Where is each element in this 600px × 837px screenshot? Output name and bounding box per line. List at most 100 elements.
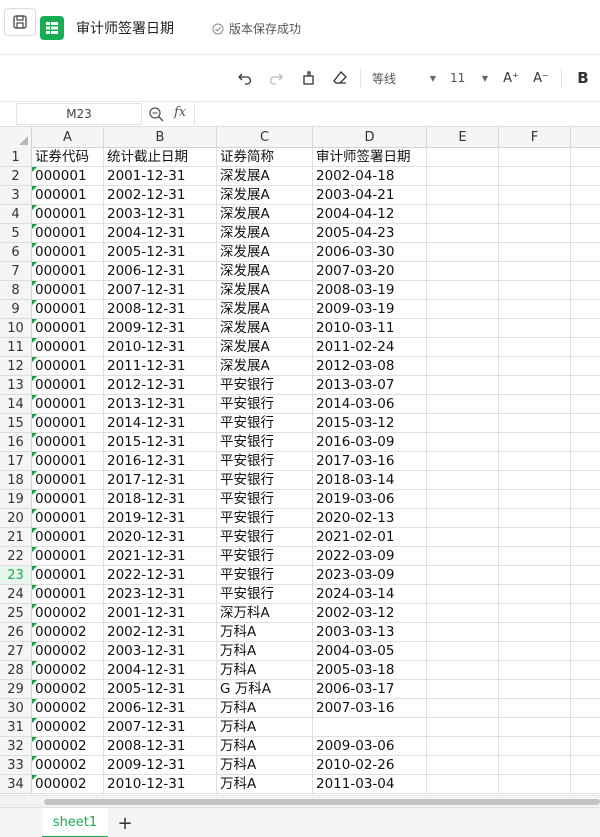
cell-e[interactable] [427,471,499,490]
row-header[interactable]: 8 [0,281,32,300]
cell-g[interactable] [571,167,600,186]
cell-c[interactable]: 万科A [217,623,313,642]
cell-e[interactable] [427,680,499,699]
cell-d[interactable]: 2002-04-18 [313,167,427,186]
cell-c[interactable]: 深发展A [217,186,313,205]
cell-a[interactable]: 000002 [32,623,104,642]
cell-g[interactable] [571,319,600,338]
cell-c[interactable]: 深发展A [217,357,313,376]
cell-a[interactable]: 000001 [32,490,104,509]
row-header[interactable]: 17 [0,452,32,471]
cell-d[interactable]: 2005-03-18 [313,661,427,680]
redo-button[interactable] [265,67,287,89]
cell-a[interactable]: 000001 [32,376,104,395]
cell-c[interactable]: 平安银行 [217,509,313,528]
cell-b[interactable]: 2001-12-31 [104,604,217,623]
cell-g[interactable] [571,395,600,414]
cell-c[interactable]: 深发展A [217,281,313,300]
cell-g[interactable] [571,471,600,490]
cell-f[interactable] [499,262,571,281]
cell-f[interactable] [499,414,571,433]
cell-f[interactable] [499,319,571,338]
cell-d[interactable]: 2024-03-14 [313,585,427,604]
cell-f[interactable] [499,775,571,794]
row-header[interactable]: 6 [0,243,32,262]
row-header[interactable]: 28 [0,661,32,680]
cell-e[interactable] [427,566,499,585]
cell-c[interactable]: 证券简称 [217,148,313,167]
cell-e[interactable] [427,433,499,452]
row-header[interactable]: 5 [0,224,32,243]
cell-d[interactable]: 2002-03-12 [313,604,427,623]
cell-e[interactable] [427,509,499,528]
sheet-tab-sheet1[interactable]: sheet1 [42,808,108,837]
cell-g[interactable] [571,528,600,547]
cell-e[interactable] [427,661,499,680]
cell-f[interactable] [499,604,571,623]
cell-c[interactable]: 平安银行 [217,566,313,585]
cell-b[interactable]: 2017-12-31 [104,471,217,490]
cell-c[interactable]: 深发展A [217,167,313,186]
row-header[interactable]: 11 [0,338,32,357]
cell-b[interactable]: 2012-12-31 [104,376,217,395]
cell-e[interactable] [427,737,499,756]
cell-e[interactable] [427,186,499,205]
cell-g[interactable] [571,224,600,243]
cell-g[interactable] [571,452,600,471]
cell-d[interactable]: 2006-03-30 [313,243,427,262]
cell-e[interactable] [427,319,499,338]
cell-f[interactable] [499,566,571,585]
cell-b[interactable]: 2018-12-31 [104,490,217,509]
cell-e[interactable] [427,642,499,661]
decrease-font-button[interactable]: A⁻ [530,67,552,89]
row-header[interactable]: 31 [0,718,32,737]
row-header[interactable]: 29 [0,680,32,699]
row-header[interactable]: 33 [0,756,32,775]
cell-c[interactable]: 平安银行 [217,414,313,433]
row-header[interactable]: 13 [0,376,32,395]
cell-c[interactable]: 万科A [217,642,313,661]
cell-g[interactable] [571,148,600,167]
row-header[interactable]: 2 [0,167,32,186]
column-header-e[interactable]: E [427,127,499,148]
cell-c[interactable]: 深发展A [217,205,313,224]
row-header[interactable]: 21 [0,528,32,547]
cell-b[interactable]: 2001-12-31 [104,167,217,186]
cell-g[interactable] [571,205,600,224]
cell-d[interactable]: 2021-02-01 [313,528,427,547]
cell-e[interactable] [427,547,499,566]
cell-a[interactable]: 000001 [32,243,104,262]
cell-a[interactable]: 证券代码 [32,148,104,167]
cell-e[interactable] [427,357,499,376]
row-header[interactable]: 27 [0,642,32,661]
row-header[interactable]: 4 [0,205,32,224]
cell-d[interactable]: 2007-03-20 [313,262,427,281]
cell-b[interactable]: 2007-12-31 [104,281,217,300]
cell-a[interactable]: 000002 [32,680,104,699]
cell-d[interactable]: 2019-03-06 [313,490,427,509]
cell-f[interactable] [499,471,571,490]
row-header[interactable]: 22 [0,547,32,566]
cell-e[interactable] [427,224,499,243]
row-header[interactable]: 15 [0,414,32,433]
cell-d[interactable]: 2009-03-06 [313,737,427,756]
cell-f[interactable] [499,186,571,205]
cell-f[interactable] [499,281,571,300]
cell-a[interactable]: 000001 [32,186,104,205]
cell-g[interactable] [571,737,600,756]
cell-c[interactable]: 万科A [217,737,313,756]
cell-a[interactable]: 000002 [32,756,104,775]
row-header[interactable]: 10 [0,319,32,338]
cell-e[interactable] [427,452,499,471]
cell-f[interactable] [499,167,571,186]
cell-e[interactable] [427,414,499,433]
cell-c[interactable]: 深发展A [217,243,313,262]
cell-c[interactable]: 平安银行 [217,395,313,414]
formula-input[interactable] [194,103,600,125]
row-header[interactable]: 18 [0,471,32,490]
cell-a[interactable]: 000001 [32,224,104,243]
cell-b[interactable]: 2002-12-31 [104,623,217,642]
cell-a[interactable]: 000001 [32,547,104,566]
cell-f[interactable] [499,737,571,756]
cell-b[interactable]: 统计截止日期 [104,148,217,167]
